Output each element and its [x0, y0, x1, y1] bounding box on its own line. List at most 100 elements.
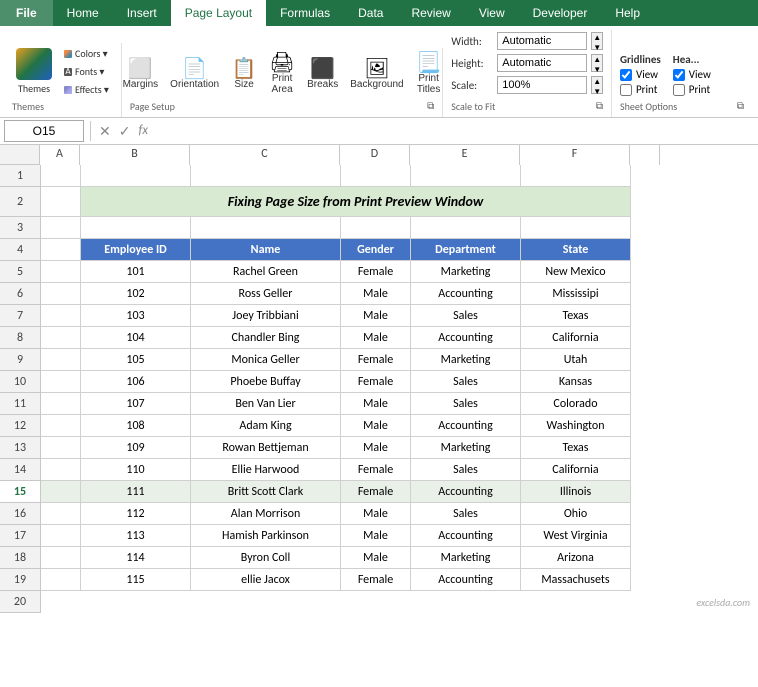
row-header-8[interactable]: 8 [0, 327, 40, 349]
tab-insert[interactable]: Insert [113, 0, 171, 26]
col-header-b[interactable]: B [80, 145, 190, 165]
size-button[interactable]: 📋 Size [226, 56, 262, 93]
scale-to-fit-label: Scale to Fit [451, 100, 495, 113]
gridlines-section: Gridlines View Print [620, 53, 661, 96]
col-header-c[interactable]: C [190, 145, 340, 165]
row-header-20[interactable]: 20 [0, 591, 40, 613]
cell-f3[interactable] [521, 217, 631, 239]
cell-d3[interactable] [341, 217, 411, 239]
tab-view[interactable]: View [465, 0, 519, 26]
row-header-6[interactable]: 6 [0, 283, 40, 305]
cell-b1[interactable] [81, 165, 191, 187]
row-header-18[interactable]: 18 [0, 547, 40, 569]
cell-b3[interactable] [81, 217, 191, 239]
headings-view-checkbox[interactable] [673, 69, 685, 81]
col-header-g[interactable] [630, 145, 660, 165]
row-header-9[interactable]: 9 [0, 349, 40, 371]
gridlines-view-label: View [636, 68, 658, 81]
table-row: 104 Chandler Bing Male Accounting Califo… [41, 327, 631, 349]
cell-d1[interactable] [341, 165, 411, 187]
tab-file[interactable]: File [0, 0, 53, 26]
cell-a2[interactable] [41, 187, 81, 217]
scale-to-fit-dialog-launcher[interactable]: ⧉ [596, 99, 603, 112]
tab-review[interactable]: Review [397, 0, 464, 26]
row-header-15[interactable]: 15 [0, 481, 40, 503]
cell-reference-box[interactable] [4, 120, 84, 142]
col-header-a[interactable]: A [40, 145, 80, 165]
effects-button[interactable]: Effects ▾ [60, 81, 113, 98]
table-row: 110 Ellie Harwood Female Sales Californi… [41, 459, 631, 481]
tab-data[interactable]: Data [344, 0, 397, 26]
tab-help[interactable]: Help [601, 0, 654, 26]
cell-title[interactable]: Fixing Page Size from Print Preview Wind… [81, 187, 631, 217]
cell-a3[interactable] [41, 217, 81, 239]
row-header-12[interactable]: 12 [0, 415, 40, 437]
size-icon: 📋 [232, 59, 257, 79]
height-input[interactable] [497, 54, 587, 72]
cell-c4[interactable]: Name [191, 239, 341, 261]
scale-spinner[interactable]: ▲▼ [591, 76, 603, 94]
page-setup-items: ⬜ Margins 📄 Orientation 📋 Size 🖨 PrintAr… [118, 50, 447, 98]
row-header-13[interactable]: 13 [0, 437, 40, 459]
cell-e4[interactable]: Department [411, 239, 521, 261]
scale-input[interactable] [497, 76, 587, 94]
row-header-10[interactable]: 10 [0, 371, 40, 393]
headings-print-checkbox[interactable] [673, 84, 685, 96]
confirm-formula-icon[interactable]: ✓ [117, 123, 133, 140]
cell-a1[interactable] [41, 165, 81, 187]
row-header-11[interactable]: 11 [0, 393, 40, 415]
headings-view-row: View [673, 68, 711, 81]
cell-e3[interactable] [411, 217, 521, 239]
margins-button[interactable]: ⬜ Margins [118, 56, 164, 93]
row-header-3[interactable]: 3 [0, 217, 40, 239]
row-header-1[interactable]: 1 [0, 165, 40, 187]
row-header-7[interactable]: 7 [0, 305, 40, 327]
tab-formulas[interactable]: Formulas [266, 0, 344, 26]
cell-a4[interactable] [41, 239, 81, 261]
width-input[interactable] [497, 32, 587, 50]
page-setup-dialog-launcher[interactable]: ⧉ [427, 99, 434, 112]
themes-big-icon[interactable]: Themes [12, 46, 56, 97]
colors-button[interactable]: Colors ▾ [60, 45, 113, 62]
formula-input[interactable] [154, 120, 754, 142]
row-header-5[interactable]: 5 [0, 261, 40, 283]
background-button[interactable]: 🖼 Background [345, 56, 408, 93]
gridlines-print-checkbox[interactable] [620, 84, 632, 96]
row-header-2[interactable]: 2 [0, 187, 40, 217]
cell-c1[interactable] [191, 165, 341, 187]
tab-home[interactable]: Home [53, 0, 113, 26]
row-header-14[interactable]: 14 [0, 459, 40, 481]
cell-b4[interactable]: Employee ID [81, 239, 191, 261]
themes-icon-area: Themes Colors ▾ A Fonts ▾ Effects ▾ [12, 45, 113, 98]
themes-group: Themes Colors ▾ A Fonts ▾ Effects ▾ Them… [6, 43, 122, 117]
gridlines-view-checkbox[interactable] [620, 69, 632, 81]
col-header-d[interactable]: D [340, 145, 410, 165]
breaks-button[interactable]: ⬛ Breaks [302, 56, 343, 93]
width-spinner[interactable]: ▲▼ [591, 32, 603, 50]
print-titles-button[interactable]: 📃 PrintTitles [411, 50, 447, 98]
tab-developer[interactable]: Developer [519, 0, 602, 26]
cell-e1[interactable] [411, 165, 521, 187]
gridlines-print-label: Print [636, 83, 657, 96]
row-header-19[interactable]: 19 [0, 569, 40, 591]
orientation-button[interactable]: 📄 Orientation [165, 56, 224, 93]
cell-d4[interactable]: Gender [341, 239, 411, 261]
ribbon-tab-bar: File Home Insert Page Layout Formulas Da… [0, 0, 758, 26]
print-area-button[interactable]: 🖨 PrintArea [264, 50, 300, 98]
cell-c3[interactable] [191, 217, 341, 239]
fonts-button[interactable]: A Fonts ▾ [60, 63, 113, 80]
table-row: Employee ID Name Gender Department State [41, 239, 631, 261]
insert-function-icon[interactable]: fx [136, 123, 150, 140]
tab-page-layout[interactable]: Page Layout [171, 0, 266, 26]
cancel-formula-icon[interactable]: ✕ [97, 123, 113, 140]
cell-f1[interactable] [521, 165, 631, 187]
row-header-17[interactable]: 17 [0, 525, 40, 547]
sheet-options-dialog-launcher[interactable]: ⧉ [737, 99, 744, 112]
col-header-f[interactable]: F [520, 145, 630, 165]
height-spinner[interactable]: ▲▼ [591, 54, 603, 72]
col-header-e[interactable]: E [410, 145, 520, 165]
row-header-16[interactable]: 16 [0, 503, 40, 525]
cell-f4[interactable]: State [521, 239, 631, 261]
row-header-4[interactable]: 4 [0, 239, 40, 261]
height-row: Height: ▲▼ [451, 54, 603, 72]
